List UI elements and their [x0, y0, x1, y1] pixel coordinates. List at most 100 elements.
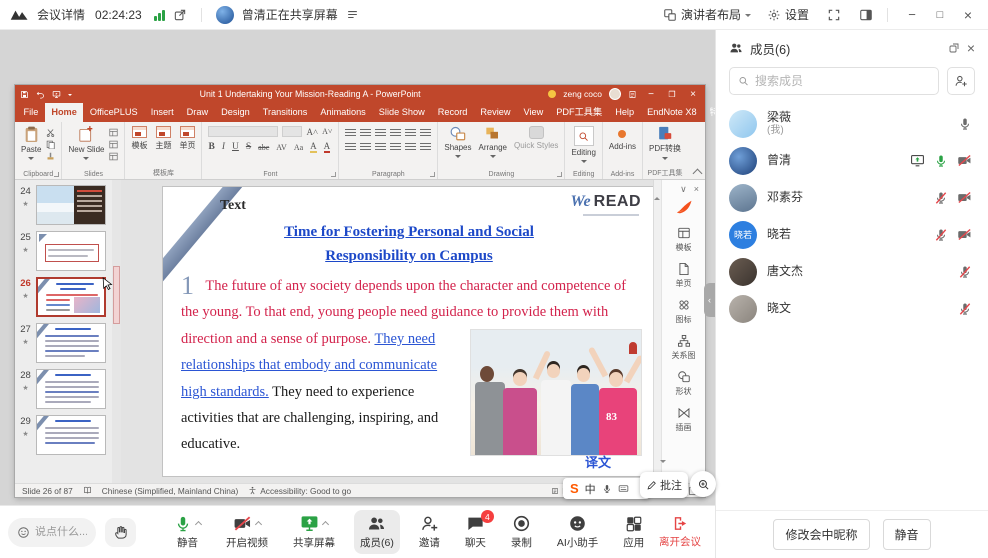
close-panel-icon[interactable]: ×	[967, 40, 975, 56]
thumbnail-scrollbar[interactable]	[112, 180, 121, 483]
highlight-color-button[interactable]: A	[310, 141, 317, 153]
arrange-button[interactable]: Arrange	[479, 126, 507, 161]
tab-endnote[interactable]: EndNote X8	[641, 103, 704, 122]
chevron-up-icon[interactable]	[322, 521, 329, 528]
side-panel-toggle-button[interactable]	[859, 8, 873, 22]
accessibility-status[interactable]: Accessibility: Good to go	[248, 486, 351, 496]
member-row[interactable]: 梁薇(我)	[716, 105, 988, 142]
mic-off-icon[interactable]	[958, 265, 972, 279]
language-status[interactable]: Chinese (Simplified, Mainland China)	[102, 486, 239, 496]
ime-mic-icon[interactable]	[602, 484, 612, 494]
strikethrough-button[interactable]: S	[246, 142, 251, 152]
account-avatar[interactable]	[609, 88, 621, 100]
collapse-ribbon-icon[interactable]	[693, 169, 703, 179]
undo-icon[interactable]	[36, 90, 45, 99]
editor-scrollbar[interactable]	[653, 180, 661, 483]
font-size-box[interactable]	[282, 126, 302, 137]
layout-icon[interactable]	[109, 128, 118, 137]
paste-button[interactable]: Paste	[21, 126, 41, 163]
sharing-more-icon[interactable]	[346, 8, 359, 21]
underline-button[interactable]: U	[232, 142, 239, 152]
camera-off-icon[interactable]	[957, 153, 972, 168]
thumbnail-row[interactable]: 27★	[18, 323, 109, 363]
ime-logo[interactable]: S	[570, 481, 579, 496]
ppt-close-button[interactable]: ×	[686, 89, 700, 100]
panel-item-illustration[interactable]: 插画	[676, 406, 692, 433]
columns-icon[interactable]	[405, 143, 416, 152]
panel-item-template[interactable]: 模板	[676, 226, 692, 253]
ppt-minimize-button[interactable]: −	[644, 89, 658, 100]
mic-off-icon[interactable]	[958, 302, 972, 316]
quick-styles-button[interactable]: Quick Styles	[514, 126, 558, 150]
magnifier-button[interactable]	[690, 471, 716, 497]
tab-help[interactable]: Help	[609, 103, 641, 122]
tab-transitions[interactable]: Transitions	[256, 103, 314, 122]
quick-chat-input[interactable]	[35, 526, 87, 538]
leave-meeting-button[interactable]: 离开会议	[659, 515, 701, 549]
increase-indent-icon[interactable]	[390, 129, 401, 138]
pdf-convert-button[interactable]: PDF转换	[649, 126, 681, 163]
dialog-launcher-icon[interactable]	[331, 172, 336, 177]
member-row[interactable]: 晓若 晓若	[716, 216, 988, 253]
add-member-button[interactable]	[947, 67, 975, 95]
addins-button[interactable]: Add-ins	[609, 126, 636, 151]
tab-animations[interactable]: Animations	[314, 103, 372, 122]
thumbnail-row-selected[interactable]: 26★	[18, 277, 109, 317]
char-spacing-button[interactable]: AV	[276, 143, 287, 152]
camera-off-icon[interactable]	[957, 227, 972, 242]
smartart-icon[interactable]	[420, 143, 431, 152]
editing-button[interactable]: Editing	[571, 126, 595, 166]
dialog-launcher-icon[interactable]	[54, 172, 59, 177]
line-spacing-icon[interactable]	[405, 129, 416, 138]
member-row[interactable]: 晓文	[716, 290, 988, 327]
members-button[interactable]: 成员(6)	[354, 510, 400, 554]
dialog-launcher-icon[interactable]	[430, 172, 435, 177]
new-slide-button[interactable]: New Slide	[68, 126, 104, 163]
start-video-button[interactable]: 开启视频	[220, 510, 274, 554]
translation-link[interactable]: 译文	[585, 452, 611, 471]
ppt-restore-button[interactable]: ❒	[665, 90, 679, 99]
format-painter-icon[interactable]	[46, 152, 55, 161]
align-right-icon[interactable]	[375, 143, 386, 152]
thumbnail-row[interactable]: 25★	[18, 231, 109, 271]
maximize-button[interactable]: □	[930, 1, 950, 29]
chevron-up-icon[interactable]	[255, 521, 262, 528]
tab-home[interactable]: Home	[45, 103, 84, 122]
annotate-button[interactable]: 批注	[640, 472, 688, 498]
share-screen-button[interactable]: 共享屏幕	[287, 510, 341, 554]
ime-keyboard-icon[interactable]	[618, 483, 629, 494]
ime-toolbar[interactable]: S 中	[563, 478, 650, 499]
mute-button[interactable]: 静音	[168, 511, 207, 554]
record-button[interactable]: 录制	[505, 510, 538, 554]
copy-icon[interactable]	[46, 140, 55, 149]
fullscreen-button[interactable]	[827, 8, 841, 22]
camera-off-icon[interactable]	[957, 190, 972, 205]
panel-collapse-icon[interactable]: ∨	[680, 184, 687, 195]
popout-panel-icon[interactable]	[948, 42, 960, 54]
tab-draw[interactable]: Draw	[180, 103, 214, 122]
panel-item-diagram[interactable]: 关系图	[672, 334, 696, 361]
mic-off-icon[interactable]	[934, 228, 948, 242]
clear-format-icon[interactable]: abc	[258, 143, 269, 152]
thumbnail-row[interactable]: 24★	[18, 185, 109, 225]
italic-button[interactable]: I	[222, 142, 225, 152]
thumbnail-row[interactable]: 29★	[18, 415, 109, 455]
layout-button[interactable]: 演讲者布局	[663, 6, 751, 23]
proofing-icon[interactable]	[83, 486, 92, 495]
change-case-button[interactable]: Aa	[294, 143, 303, 152]
tab-pdf-tools[interactable]: PDF工具集	[550, 103, 609, 122]
account-name[interactable]: zeng coco	[563, 89, 602, 99]
ime-mode-toggle[interactable]: 中	[585, 481, 596, 497]
chevron-up-icon[interactable]	[195, 521, 202, 528]
align-left-icon[interactable]	[345, 143, 356, 152]
search-input[interactable]	[755, 74, 930, 88]
decrease-indent-icon[interactable]	[375, 129, 386, 138]
font-name-box[interactable]	[208, 126, 278, 137]
mic-icon[interactable]	[958, 117, 972, 131]
close-button[interactable]: ×	[958, 1, 978, 29]
ribbon-display-icon[interactable]	[628, 90, 637, 99]
scroll-up-icon[interactable]	[654, 177, 660, 200]
ai-assistant-button[interactable]: AI小助手	[551, 510, 604, 554]
thumbnail-row[interactable]: 28★	[18, 369, 109, 409]
slide-29-thumbnail[interactable]	[36, 415, 106, 455]
